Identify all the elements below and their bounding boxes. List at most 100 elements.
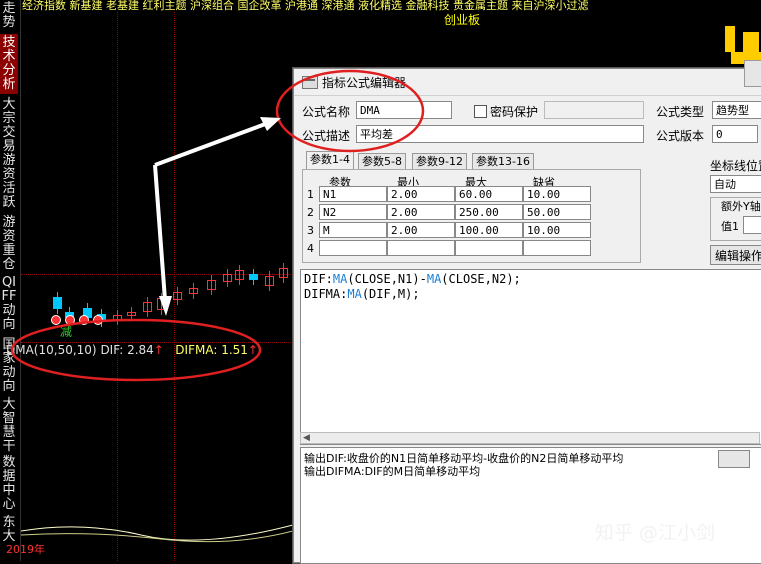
- param-cell-name[interactable]: N2: [319, 204, 387, 220]
- param-cell-min[interactable]: 2.00: [387, 186, 455, 202]
- param-cell-name[interactable]: N1: [319, 186, 387, 202]
- difma-value: 1.51: [221, 343, 248, 357]
- tab-params-1[interactable]: 参数5-8: [358, 153, 406, 170]
- dif-up-arrow-icon: ↑: [153, 343, 164, 357]
- candlestick: [249, 274, 258, 280]
- param-cell-default[interactable]: 10.00: [523, 222, 591, 238]
- candlestick: [189, 288, 198, 294]
- extra-y-axis-label: 额外Y轴: [721, 198, 761, 214]
- sell-signal-label: 减: [60, 325, 73, 339]
- formula-type-select[interactable]: 趋势型: [712, 101, 761, 119]
- description-scroll-button[interactable]: [718, 450, 750, 468]
- candlestick: [207, 280, 216, 290]
- dif-label: DIF:: [100, 343, 124, 357]
- code-line[interactable]: DIF:MA(CLOSE,N1)-MA(CLOSE,N2);: [304, 272, 521, 286]
- signal-marker-icon: [79, 315, 89, 325]
- candlestick: [265, 276, 274, 286]
- formula-desc-label: 公式描述: [302, 129, 351, 143]
- left-nav: 走势 技术分析 大宗交易 游资活跃 游资重仓 QIFF动向 国家动向 大智慧干 数据中心 东大: [0, 0, 21, 561]
- signal-marker-icon: [93, 315, 103, 325]
- param-cell-default[interactable]: 10.00: [523, 186, 591, 202]
- param-cell-max[interactable]: 100.00: [455, 222, 523, 238]
- code-horizontal-scrollbar[interactable]: ◀: [300, 432, 760, 444]
- lower-line-1: [21, 524, 293, 541]
- candlestick: [157, 298, 166, 310]
- formula-code-editor[interactable]: DIF:MA(CLOSE,N1)-MA(CLOSE,N2); DIFMA:MA(D…: [300, 269, 761, 445]
- param-cell-max[interactable]: [455, 240, 523, 256]
- param-cell-min[interactable]: [387, 240, 455, 256]
- code-function-token: MA: [332, 272, 348, 286]
- param-cell-default[interactable]: [523, 240, 591, 256]
- password-input[interactable]: [544, 101, 644, 119]
- lower-line-2: [21, 530, 293, 543]
- param-row-number: 3: [307, 224, 314, 237]
- indicator-name: DMA(10,50,10): [6, 343, 97, 357]
- edit-operations-button[interactable]: 编辑操作: [710, 245, 761, 265]
- difma-up-arrow-icon: ↑: [247, 343, 258, 357]
- formula-version-input[interactable]: 0: [712, 125, 758, 143]
- nav-item-1[interactable]: 技术分析: [0, 34, 18, 94]
- value1-input[interactable]: [743, 216, 761, 234]
- indicator-readout: DMA(10,50,10) DIF: 2.84↑ DIFMA: 1.51↑: [6, 343, 258, 357]
- grid-line-vertical: [117, 12, 118, 561]
- candlestick: [235, 270, 244, 280]
- formula-desc-input[interactable]: 平均差: [356, 125, 644, 143]
- param-row-number: 1: [307, 188, 314, 201]
- dialog-titlebar[interactable]: 指标公式编辑器: [294, 69, 761, 96]
- scroll-left-icon[interactable]: ◀: [303, 433, 310, 443]
- nav-item-7[interactable]: 大智慧干: [0, 396, 18, 456]
- nav-item-2[interactable]: 大宗交易: [0, 96, 18, 156]
- tab-params-2[interactable]: 参数9-12: [412, 153, 467, 170]
- param-table: 参数 最小 最大 缺省 1 N1 2.00 60.00 10.00 2 N2 2.00 250.00 50…: [302, 169, 641, 263]
- window-close-button[interactable]: [744, 60, 761, 87]
- code-function-token: MA: [347, 287, 362, 301]
- candlestick: [223, 274, 232, 282]
- formula-version-label: 公式版本: [656, 129, 705, 143]
- code-line[interactable]: DIFMA:MA(DIF,M);: [304, 287, 420, 301]
- candlestick: [279, 268, 288, 278]
- password-checkbox[interactable]: [474, 105, 487, 118]
- candlestick: [113, 315, 122, 320]
- param-row-number: 4: [307, 242, 314, 255]
- lower-indicator-lines: [21, 524, 293, 543]
- candlestick: [173, 292, 182, 300]
- code-token: DIF:: [304, 272, 333, 286]
- nav-item-8[interactable]: 数据中心: [0, 454, 18, 514]
- nav-item-4[interactable]: 游资重仓: [0, 214, 18, 274]
- nav-item-5[interactable]: QIFF动向: [0, 274, 18, 334]
- top-ticker: 经济指数 新基建 老基建 红利主题 沪深组合 国企改革 沪港通 深港通 液化精选…: [22, 0, 589, 12]
- tab-params-3[interactable]: 参数13-16: [472, 153, 534, 170]
- param-cell-name[interactable]: [319, 240, 387, 256]
- param-cell-max[interactable]: 250.00: [455, 204, 523, 220]
- dialog-title: 指标公式编辑器: [322, 76, 407, 90]
- tab-params-0[interactable]: 参数1-4: [306, 151, 354, 170]
- nav-item-0[interactable]: 走势: [0, 0, 18, 32]
- param-cell-min[interactable]: 2.00: [387, 222, 455, 238]
- nav-item-3[interactable]: 游资活跃: [0, 152, 18, 212]
- axis-position-select[interactable]: 自动: [710, 175, 761, 193]
- grid-line-vertical: [174, 12, 175, 561]
- axis-position-label: 坐标线位置: [710, 159, 761, 173]
- axis-year-label: 2019年: [6, 543, 45, 556]
- code-function-token: MA: [426, 272, 442, 286]
- param-cell-name[interactable]: M: [319, 222, 387, 238]
- value1-label: 值1: [721, 220, 739, 233]
- formula-type-label: 公式类型: [656, 105, 705, 119]
- candlestick: [127, 312, 136, 316]
- param-cell-min[interactable]: 2.00: [387, 204, 455, 220]
- description-line: 输出DIFMA:DIF的M日简单移动平均: [304, 465, 481, 478]
- param-cell-max[interactable]: 60.00: [455, 186, 523, 202]
- formula-name-input[interactable]: DMA: [356, 101, 452, 119]
- code-token: (CLOSE,N1)-: [347, 272, 427, 286]
- window-icon: [302, 76, 318, 89]
- code-token: (CLOSE,N2);: [441, 272, 521, 286]
- dif-value: 2.84: [127, 343, 154, 357]
- formula-description-output: 输出DIF:收盘价的N1日简单移动平均-收盘价的N2日简单移动平均 输出DIFMA…: [300, 447, 761, 564]
- extra-y-axis-group: 额外Y轴 值1: [710, 197, 761, 241]
- param-row-number: 2: [307, 206, 314, 219]
- formula-name-label: 公式名称: [302, 105, 351, 119]
- code-token: (DIF,M);: [361, 287, 420, 301]
- param-cell-default[interactable]: 50.00: [523, 204, 591, 220]
- formula-editor-dialog[interactable]: 指标公式编辑器 公式名称 DMA 密码保护 公式类型 趋势型 公式描述 平均差 …: [293, 68, 761, 564]
- difma-label: DIFMA:: [175, 343, 218, 357]
